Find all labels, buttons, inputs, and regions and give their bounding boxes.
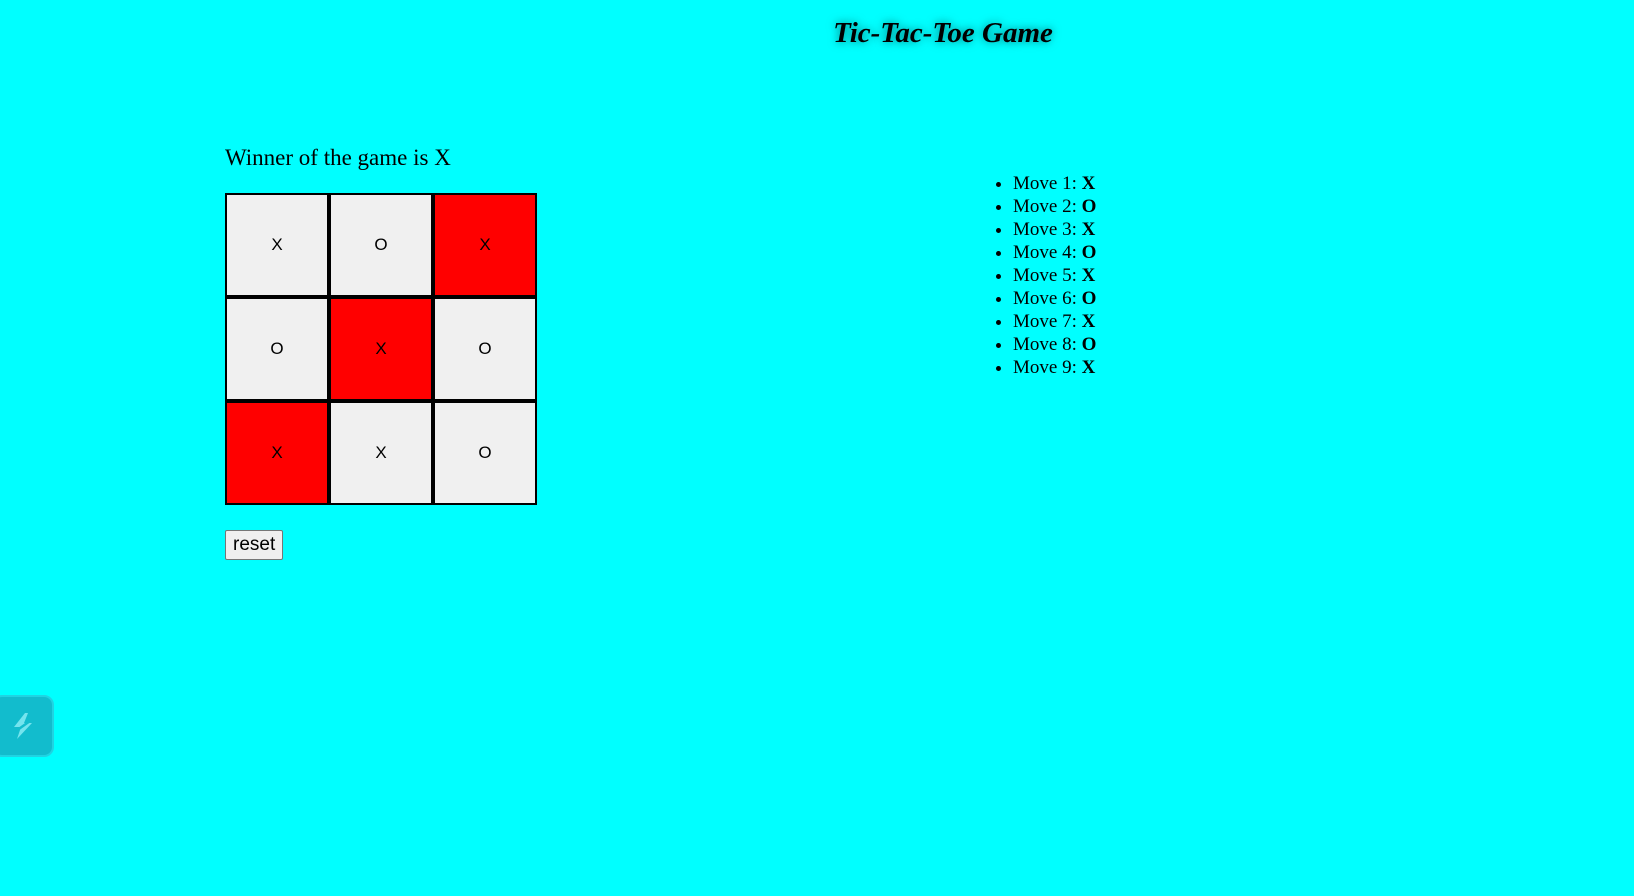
board-cell-5[interactable]: X [329, 297, 433, 401]
move-label: Move 2: [1013, 196, 1077, 217]
move-player: X [1081, 357, 1096, 378]
move-item[interactable]: Move 8: O [1013, 333, 1096, 356]
move-label: Move 4: [1013, 242, 1077, 263]
move-label: Move 5: [1013, 265, 1077, 286]
move-item[interactable]: Move 9: X [1013, 356, 1096, 379]
move-item[interactable]: Move 2: O [1013, 195, 1096, 218]
page-title: Tic-Tac-Toe Game [833, 17, 1053, 49]
move-history-list: Move 1: X Move 2: O Move 3: X Move 4: O … [993, 172, 1096, 379]
board-cell-9[interactable]: O [433, 401, 537, 505]
move-item[interactable]: Move 7: X [1013, 310, 1096, 333]
move-item[interactable]: Move 6: O [1013, 287, 1096, 310]
move-player: O [1081, 334, 1097, 355]
move-label: Move 7: [1013, 311, 1077, 332]
move-item[interactable]: Move 1: X [1013, 172, 1096, 195]
game-board: X O X O X O X X O [225, 193, 537, 505]
move-player: X [1081, 265, 1096, 286]
move-player: X [1081, 311, 1096, 332]
board-cell-6[interactable]: O [433, 297, 537, 401]
reset-button[interactable]: reset [225, 530, 284, 560]
move-player: O [1081, 242, 1097, 263]
move-label: Move 6: [1013, 288, 1077, 309]
move-item[interactable]: Move 3: X [1013, 218, 1096, 241]
lightning-bolt-icon [14, 713, 32, 739]
board-cell-2[interactable]: O [329, 193, 433, 297]
board-cell-7[interactable]: X [225, 401, 329, 505]
board-cell-8[interactable]: X [329, 401, 433, 505]
move-player: O [1081, 196, 1097, 217]
board-cell-1[interactable]: X [225, 193, 329, 297]
board-cell-4[interactable]: O [225, 297, 329, 401]
move-item[interactable]: Move 5: X [1013, 264, 1096, 287]
move-label: Move 9: [1013, 357, 1077, 378]
winner-status: Winner of the game is X [225, 145, 451, 170]
floating-action-button[interactable] [0, 695, 54, 757]
move-player: O [1081, 288, 1097, 309]
move-label: Move 8: [1013, 334, 1077, 355]
move-player: X [1081, 173, 1096, 194]
move-label: Move 3: [1013, 219, 1077, 240]
move-item[interactable]: Move 4: O [1013, 241, 1096, 264]
move-label: Move 1: [1013, 173, 1077, 194]
move-player: X [1081, 219, 1096, 240]
board-cell-3[interactable]: X [433, 193, 537, 297]
